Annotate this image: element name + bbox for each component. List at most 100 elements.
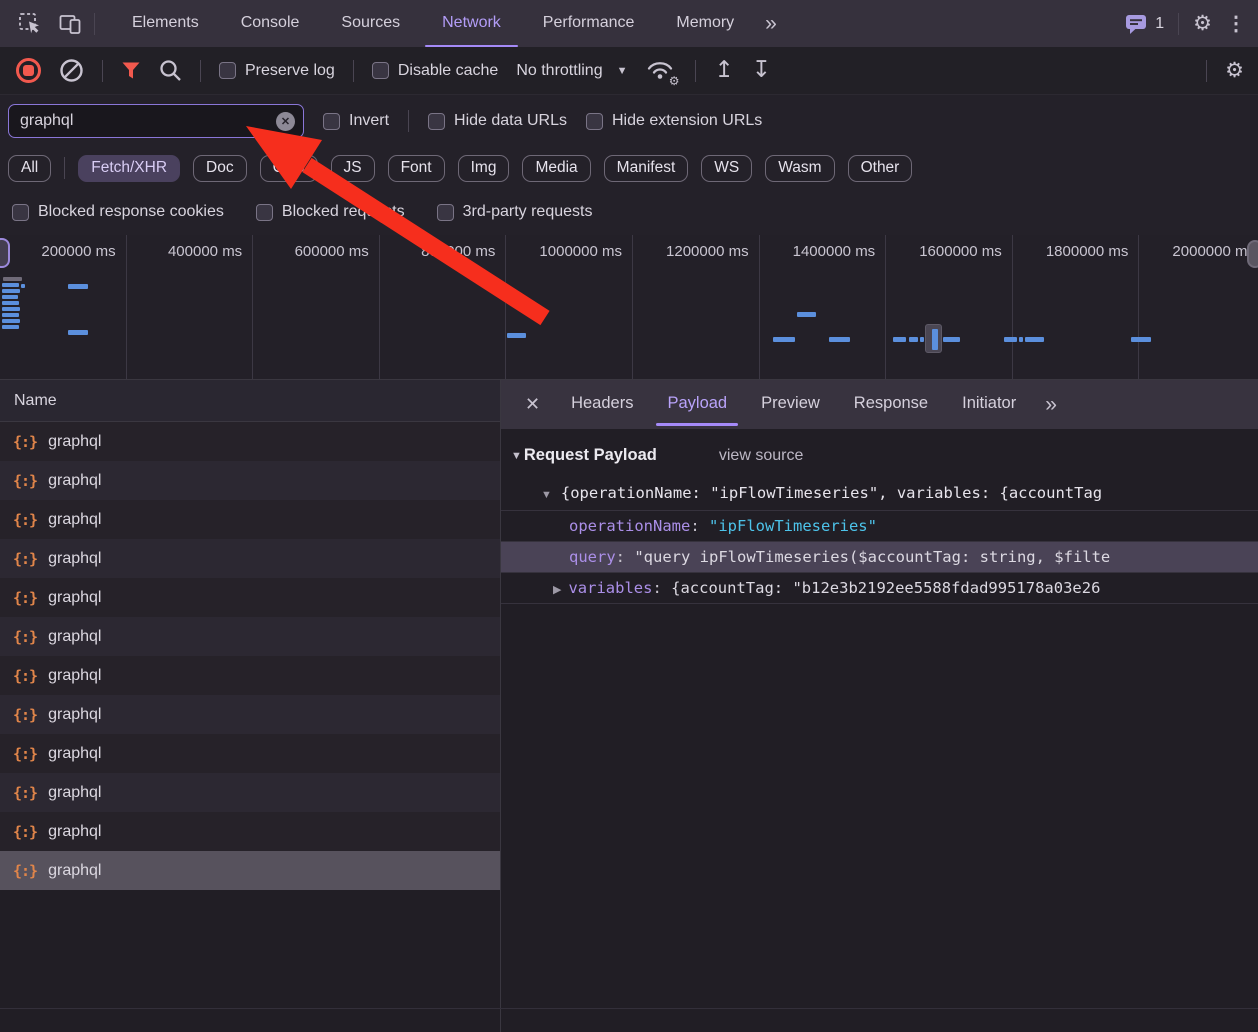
marker-bar [932,329,938,350]
more-panels-icon[interactable]: » [755,12,787,36]
chip-media[interactable]: Media [522,154,591,182]
request-name: graphql [48,510,102,528]
request-row[interactable]: {:} graphql [0,812,500,851]
chip-font[interactable]: Font [387,154,445,182]
checkbox [428,112,446,130]
overview-right-handle[interactable] [1247,240,1258,268]
timeline-tick-label: 200000 ms [41,243,116,260]
network-overview-timeline[interactable]: 200000 ms 400000 ms 600000 ms 800000 ms 1000… [0,235,1258,380]
waterfall-mark [2,301,19,305]
invert-checkbox[interactable]: Invert [323,112,389,130]
request-list-panel: Name {:} graphql {:} graphql {:} graphql {:} gr… [0,380,500,1032]
chip-fetch-xhr[interactable]: Fetch/XHR [78,154,181,182]
detail-tab-payload[interactable]: Payload [650,380,744,429]
export-har-icon[interactable]: ↥ [714,59,733,82]
settings-gear-icon[interactable]: ⚙ [1193,11,1212,36]
request-row[interactable]: {:} graphql [0,539,500,578]
overview-left-handle[interactable] [0,238,10,268]
chip-other[interactable]: Other [847,154,913,182]
detail-tab-response[interactable]: Response [837,380,945,429]
request-row[interactable]: {:} graphql [0,500,500,539]
issues-button[interactable]: 1 [1125,13,1164,35]
hide-extension-urls-checkbox[interactable]: Hide extension URLs [585,112,762,130]
chip-js[interactable]: JS [330,154,375,182]
close-detail-icon[interactable]: ✕ [519,394,554,415]
chip-doc[interactable]: Doc [193,154,247,182]
request-row[interactable]: {:} graphql [0,695,500,734]
clear-network-log-button[interactable] [59,58,84,83]
network-settings-gear-icon[interactable]: ⚙ [1225,58,1244,83]
request-name: graphql [48,861,102,879]
record-network-log-button[interactable] [16,58,41,83]
timeline-column: 400000 ms [127,235,254,379]
name-column-header[interactable]: Name [0,380,500,422]
timeline-tick-label: 2000000 ms [1172,243,1255,260]
payload-prop-row[interactable]: operationName: "ipFlowTimeseries" [501,510,1258,541]
inspect-element-icon[interactable] [14,8,46,40]
filter-input[interactable]: graphql ✕ [8,104,304,138]
disable-cache-checkbox[interactable]: Disable cache [371,62,498,80]
devtools-top-bar: Elements Console Sources Network Performance… [0,0,1258,47]
fetch-xhr-icon: {:} [13,822,38,841]
payload-prop-row[interactable]: query: "query ipFlowTimeseries($accountT… [501,541,1258,572]
tab-performance[interactable]: Performance [522,0,656,47]
request-row[interactable]: {:} graphql [0,656,500,695]
payload-root-row[interactable]: ▼ {operationName: "ipFlowTimeseries", var… [501,477,1258,510]
blocked-requests-checkbox[interactable]: Blocked requests [255,203,405,221]
divider [0,1008,1258,1009]
request-row[interactable]: {:} graphql [0,734,500,773]
chip-img[interactable]: Img [457,154,510,182]
detail-tab-headers[interactable]: Headers [554,380,650,429]
waterfall-mark [2,307,20,311]
network-filter-row: graphql ✕ Invert Hide data URLs Hide ext… [0,95,1258,147]
request-type-chips: All Fetch/XHR Doc CSS JS Font Img Media Manifest… [0,147,1258,189]
preserve-log-checkbox[interactable]: Preserve log [219,62,335,80]
tab-sources[interactable]: Sources [320,0,421,47]
waterfall-mark [829,337,850,342]
collapse-triangle-icon[interactable]: ▼ [511,450,522,462]
prop-colon: : [652,579,672,597]
chip-ws[interactable]: WS [701,154,753,182]
request-name: graphql [48,627,102,645]
detail-tab-initiator[interactable]: Initiator [945,380,1033,429]
network-conditions-icon[interactable]: ⚙ [645,57,679,88]
tab-memory[interactable]: Memory [655,0,755,47]
tab-console[interactable]: Console [220,0,321,47]
3rd-party-requests-checkbox[interactable]: 3rd-party requests [436,203,592,221]
blocked-response-cookies-checkbox[interactable]: Blocked response cookies [12,203,224,221]
request-row[interactable]: {:} graphql [0,461,500,500]
timeline-tick-label: 1600000 ms [919,243,1002,260]
fetch-xhr-icon: {:} [13,666,38,685]
chip-css[interactable]: CSS [259,154,318,182]
request-name: graphql [48,432,102,450]
chip-manifest[interactable]: Manifest [603,154,689,182]
detail-tab-preview[interactable]: Preview [744,380,837,429]
tab-elements[interactable]: Elements [111,0,220,47]
timeline-tick-label: 1400000 ms [792,243,876,260]
menu-kebab-icon[interactable]: ⋮ [1226,11,1246,36]
request-row[interactable]: {:} graphql [0,422,500,461]
clear-filter-icon[interactable]: ✕ [276,112,295,131]
chip-all[interactable]: All [8,154,52,182]
more-detail-tabs-icon[interactable]: » [1033,393,1057,417]
request-row[interactable]: {:} graphql [0,578,500,617]
filter-funnel-icon[interactable] [121,61,141,80]
waterfall-mark [1004,337,1017,342]
request-row[interactable]: {:} graphql [0,617,500,656]
import-har-icon[interactable]: ↧ [752,59,771,82]
expand-triangle-icon[interactable]: ▶ [553,575,561,603]
chip-wasm[interactable]: Wasm [765,154,835,182]
throttling-dropdown[interactable]: No throttling ▼ [516,62,627,80]
payload-prop-row[interactable]: ▶ variables: {accountTag: "b12e3b2192ee55… [501,572,1258,603]
request-row[interactable]: {:} graphql [0,773,500,812]
checkbox [371,62,389,79]
search-icon[interactable] [159,59,182,82]
device-toolbar-icon[interactable] [54,8,86,40]
view-source-link[interactable]: view source [719,447,803,465]
prop-colon: : [690,517,709,535]
hide-data-urls-checkbox[interactable]: Hide data URLs [428,112,567,130]
collapse-triangle-icon[interactable]: ▼ [541,479,552,510]
divider [200,59,201,82]
request-row[interactable]: {:} graphql [0,851,500,890]
tab-network[interactable]: Network [421,0,522,47]
